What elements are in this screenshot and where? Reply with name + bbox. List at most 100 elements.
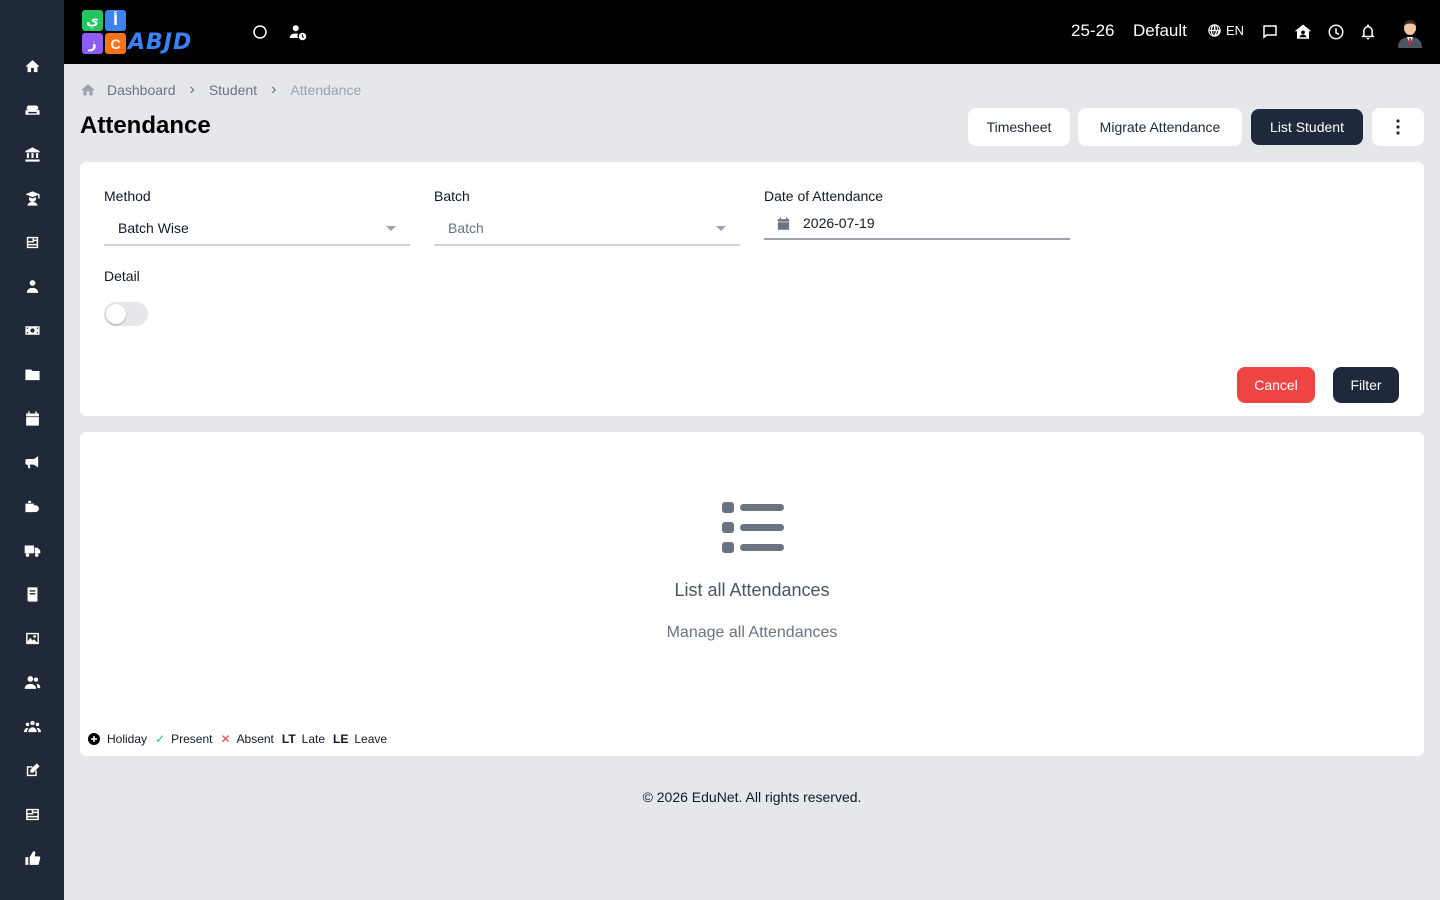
sidebar-item-front-office[interactable] <box>20 98 44 122</box>
language-selector[interactable]: EN <box>1207 23 1244 38</box>
sidebar-item-groups[interactable] <box>20 714 44 738</box>
batch-label: Batch <box>434 188 470 204</box>
cancel-button[interactable]: Cancel <box>1237 367 1315 403</box>
image-icon <box>25 632 39 644</box>
chevron-right-icon: › <box>271 81 277 98</box>
chevron-down-icon <box>716 226 726 231</box>
sidebar-item-users[interactable] <box>20 670 44 694</box>
sidebar <box>0 0 64 900</box>
globe-icon <box>1208 24 1221 37</box>
sidebar-item-inventory[interactable] <box>20 494 44 518</box>
sidebar-item-finance[interactable] <box>20 318 44 342</box>
more-vertical-icon <box>1396 119 1400 135</box>
calendar-icon <box>25 410 39 426</box>
chevron-down-icon <box>386 226 396 231</box>
users-icon <box>24 675 40 689</box>
list-student-button[interactable]: List Student <box>1251 109 1363 145</box>
sidebar-item-home[interactable] <box>20 54 44 78</box>
timesheet-button[interactable]: Timesheet <box>968 108 1070 146</box>
legend-holiday: Holiday <box>88 732 147 746</box>
results-card: List all Attendances Manage all Attendan… <box>80 432 1424 756</box>
filter-card: Method Batch Wise Batch Batch Date of At… <box>80 162 1424 416</box>
period-selector[interactable]: Default <box>1133 21 1187 41</box>
sidebar-item-exam[interactable] <box>20 230 44 254</box>
message-icon <box>1263 25 1277 39</box>
abjd-logo[interactable]: ي أ ز C ABJD <box>80 8 226 56</box>
detail-toggle[interactable] <box>104 302 148 326</box>
home-user-button[interactable] <box>1291 20 1315 44</box>
page-title: Attendance <box>80 112 211 139</box>
sidebar-item-feedback[interactable] <box>20 846 44 870</box>
breadcrumb-student[interactable]: Student <box>209 82 257 98</box>
user-avatar[interactable] <box>1395 16 1425 48</box>
messages-button[interactable] <box>1258 20 1282 44</box>
filter-button[interactable]: Filter <box>1333 367 1399 403</box>
legend-absent-label: Absent <box>236 732 274 746</box>
thumbs-up-icon <box>24 850 40 865</box>
sidebar-item-resource[interactable] <box>20 362 44 386</box>
batch-select[interactable]: Batch <box>434 212 740 246</box>
folder-icon <box>24 369 40 380</box>
sidebar-item-student[interactable] <box>20 186 44 210</box>
sidebar-item-communication[interactable] <box>20 450 44 474</box>
sidebar-item-academic[interactable] <box>20 142 44 166</box>
sidebar-item-edit[interactable] <box>20 758 44 782</box>
sidebar-item-transport[interactable] <box>20 538 44 562</box>
legend-present: ✓ Present <box>155 732 212 746</box>
sidebar-item-news[interactable] <box>20 802 44 826</box>
sidebar-item-employee[interactable] <box>20 274 44 298</box>
date-of-attendance-label: Date of Attendance <box>764 188 884 204</box>
history-button[interactable] <box>1324 20 1348 44</box>
sidebar-item-gallery[interactable] <box>20 626 44 650</box>
empty-state-subtitle: Manage all Attendances <box>666 624 838 641</box>
more-options-button[interactable] <box>1372 108 1424 146</box>
book-icon <box>27 586 37 602</box>
newspaper-icon <box>26 236 38 248</box>
legend-absent: ✕ Absent <box>220 732 273 746</box>
theme-toggle[interactable] <box>248 20 272 44</box>
date-of-attendance-input[interactable]: 2026-07-19 <box>764 208 1070 240</box>
attendance-legend: Holiday ✓ Present ✕ Absent LT Late LE Le… <box>88 732 395 746</box>
detail-label: Detail <box>104 268 140 284</box>
user-clock-button[interactable] <box>286 20 310 44</box>
method-select[interactable]: Batch Wise <box>104 212 410 246</box>
sidebar-item-library[interactable] <box>20 582 44 606</box>
circle-icon <box>253 25 267 39</box>
migrate-attendance-button[interactable]: Migrate Attendance <box>1078 108 1242 146</box>
check-icon: ✓ <box>155 732 166 746</box>
legend-late-label: Late <box>301 732 326 746</box>
notifications-button[interactable] <box>1356 20 1380 44</box>
logo-wordmark: ABJD <box>128 30 193 55</box>
avatar-image <box>1395 16 1425 48</box>
breadcrumb-dashboard[interactable]: Dashboard <box>107 82 176 98</box>
empty-state-title: List all Attendances <box>674 580 830 600</box>
chevron-right-icon: › <box>189 81 195 98</box>
user-tie-icon <box>26 279 38 293</box>
legend-late: LT Late <box>282 732 325 746</box>
method-label: Method <box>104 188 151 204</box>
megaphone-icon <box>24 455 38 468</box>
legend-leave-label: Leave <box>354 732 388 746</box>
home-icon <box>24 59 40 72</box>
language-code: EN <box>1226 23 1245 38</box>
home-icon[interactable] <box>80 82 96 98</box>
sidebar-item-calendar[interactable] <box>20 406 44 430</box>
news-icon <box>25 808 39 820</box>
sofa-icon <box>24 105 40 115</box>
list-icon <box>722 502 784 553</box>
legend-holiday-label: Holiday <box>107 732 148 746</box>
bell-icon <box>1361 24 1375 40</box>
legend-leave: LE Leave <box>333 732 387 746</box>
clock-icon <box>1328 24 1344 40</box>
user-clock-icon <box>289 25 307 41</box>
logo-tile-purple: ز <box>82 33 103 54</box>
breadcrumb-attendance: Attendance <box>290 82 362 98</box>
group-icon <box>23 720 41 732</box>
session-selector[interactable]: 25-26 <box>1071 21 1114 41</box>
breadcrumb: Dashboard › Student › Attendance <box>80 80 361 100</box>
calendar-icon <box>777 216 790 230</box>
house-user-icon <box>1294 24 1312 39</box>
money-icon <box>24 325 40 335</box>
logo-tile-orange: C <box>105 33 126 54</box>
date-value: 2026-07-19 <box>803 215 875 231</box>
